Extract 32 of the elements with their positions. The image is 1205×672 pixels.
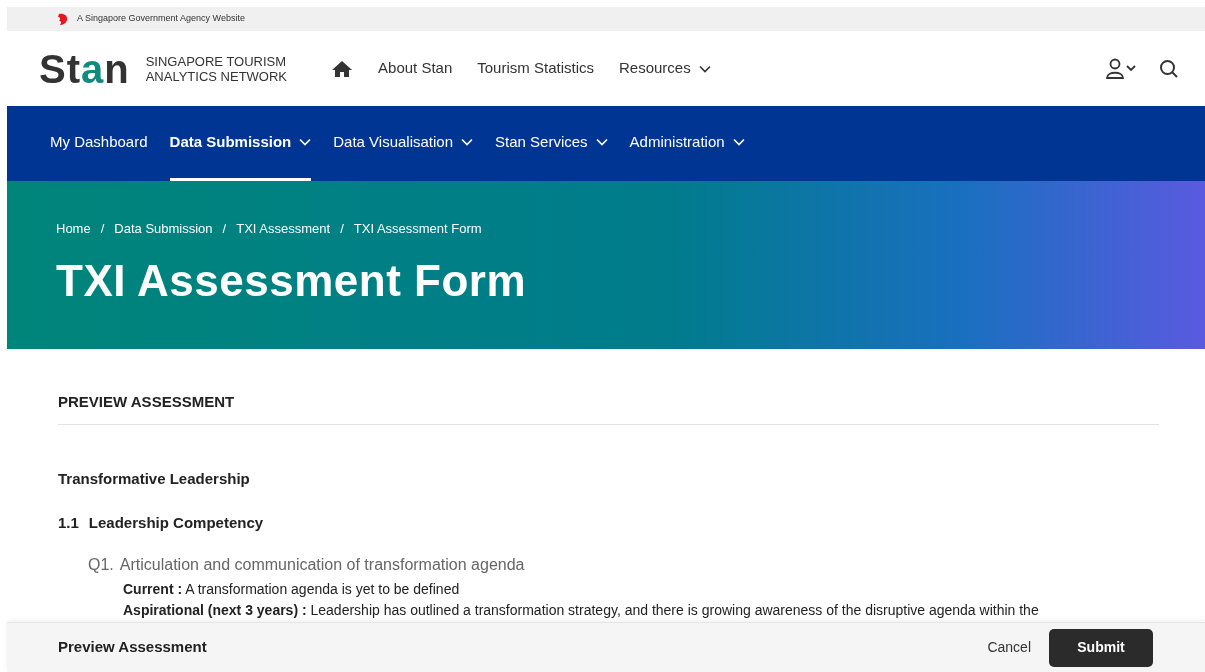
stan-logo[interactable]: Stan (39, 48, 130, 89)
breadcrumb-link[interactable]: TXI Assessment (236, 219, 331, 239)
breadcrumb-separator: / (100, 220, 105, 238)
question-number: Q1. (88, 554, 114, 575)
breadcrumb-link[interactable]: TXI Assessment Form (353, 219, 482, 239)
answer-text: Aspirational (next 3 years) : Leadership has outlined a transformation strategy, and there is growing awareness of the disruptive agenda within the (123, 600, 1040, 620)
home-icon[interactable] (331, 59, 354, 78)
main-nav-tab[interactable]: Administration (629, 106, 745, 181)
header-nav-link[interactable]: Tourism Statistics (477, 57, 594, 80)
answer-text: Current : A transformation agenda is yet to be defined (123, 579, 461, 599)
header-nav-link[interactable]: Resources (619, 57, 711, 80)
header-nav-link[interactable]: About Stan (378, 57, 453, 80)
section-heading: PREVIEW ASSESSMENT (58, 391, 1159, 425)
submit-button[interactable]: Submit (1049, 628, 1153, 667)
page-title: TXI Assessment Form (56, 258, 528, 303)
logo-tagline: SINGAPORE TOURISM ANALYTICS NETWORK (145, 53, 288, 84)
search-icon[interactable] (1159, 58, 1179, 79)
subsection-title: Leadership Competency (88, 513, 264, 533)
breadcrumb-link[interactable]: Data Submission (114, 219, 213, 239)
main-nav-tab[interactable]: My Dashboard (50, 106, 148, 181)
main-nav-tab[interactable]: Stan Services (495, 106, 608, 181)
footer-title: Preview Assessment (58, 637, 207, 658)
gov-bar-text: A Singapore Government Agency Website (77, 12, 245, 26)
breadcrumb-link[interactable]: Home (56, 219, 91, 239)
question-text: Articulation and communication of transformation agenda (119, 554, 525, 575)
main-nav-tab[interactable]: Data Visualisation (333, 106, 474, 181)
breadcrumb-separator: / (222, 220, 227, 238)
pillar-heading: Transformative Leadership (58, 468, 251, 489)
user-menu-icon[interactable] (1105, 57, 1139, 80)
cancel-button[interactable]: Cancel (987, 637, 1031, 658)
breadcrumb-separator: / (340, 220, 344, 238)
subsection-number: 1.1 (58, 513, 79, 533)
